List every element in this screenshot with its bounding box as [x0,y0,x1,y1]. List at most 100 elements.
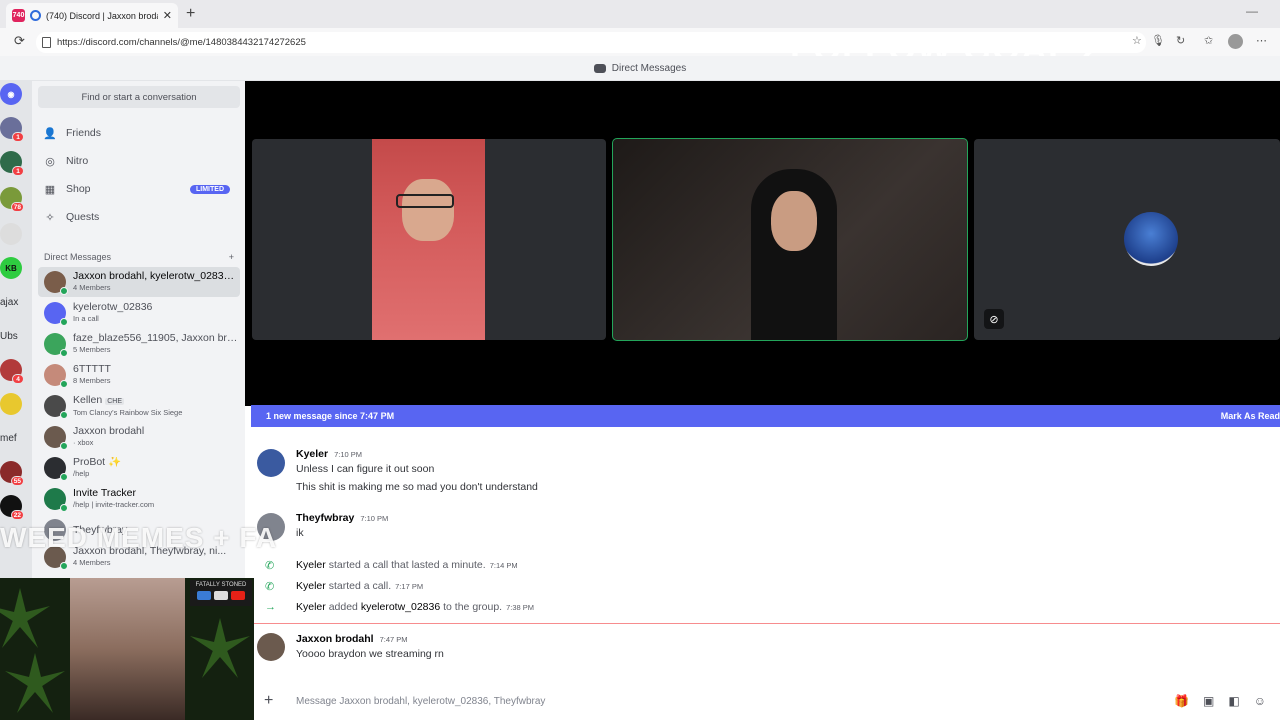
new-messages-bar[interactable]: 1 new message since 7:47 PM Mark As Read [251,405,1280,427]
find-conversation-button[interactable]: Find or start a conversation [38,86,240,108]
microphone-icon[interactable]: 🎙 [1151,34,1165,47]
friends-icon: 👤 [43,127,57,140]
webcam-video [70,578,185,720]
avatar [44,457,68,481]
refresh-extension-icon[interactable]: ↻ [1176,34,1185,47]
home-button[interactable]: ◉ [0,83,22,105]
dm-section-header: Direct Messages + [44,252,234,262]
phone-icon: ✆ [265,560,275,572]
message-input[interactable]: Message Jaxxon brodahl, kyelerotw_02836,… [296,696,1174,707]
participant-video [613,139,967,340]
profile-avatar[interactable] [1228,34,1243,49]
create-dm-button[interactable]: + [229,252,234,262]
sidebar-item-label: Nitro [66,155,89,167]
more-menu-icon[interactable]: ⋯ [1256,34,1267,47]
tab-close-icon[interactable]: ✕ [163,9,172,22]
avatar[interactable] [257,633,285,661]
new-messages-text: 1 new message since 7:47 PM [266,411,395,421]
dm-item[interactable]: ProBot ✨/help [38,453,240,483]
channel-badge: FATALLY STONED [190,580,252,606]
avatar [44,271,68,295]
gif-icon[interactable]: ▣ [1203,694,1214,708]
server-label[interactable]: ajax [0,297,18,308]
sticker-icon[interactable]: ◧ [1228,694,1239,708]
limited-badge: LIMITED [190,184,230,194]
favorites-icon[interactable]: ✩ [1204,34,1213,47]
dm-item[interactable]: 6TTTTT 8 Members [38,360,240,390]
avatar [44,333,68,357]
stream-overlay-text: WEED MEMES + FA [0,522,278,553]
avatar [44,302,68,326]
muted-mic-icon: ⊘ [984,309,1004,329]
sidebar-item-nitro[interactable]: ◎ Nitro [38,149,240,173]
call-participant-tile[interactable] [252,139,606,340]
arrow-right-icon: → [265,601,276,613]
server-icon[interactable]: 1 [0,117,24,142]
server-icon[interactable]: 22 [0,495,24,520]
sidebar-item-label: Friends [66,127,102,139]
emoji-icon[interactable]: ☺ [1254,694,1266,708]
message-text: ik [296,527,304,539]
server-icon[interactable]: 78 [0,187,24,212]
dm-item[interactable]: Kellen CHE Tom Clancy's Rainbow Six Siege [38,391,240,421]
page-title: Direct Messages [611,62,687,74]
server-icon[interactable]: 4 [0,359,24,384]
server-icon[interactable] [0,223,22,245]
server-icon[interactable]: 55 [0,461,24,486]
dm-item[interactable]: kyelerotw_02836 In a call [38,298,240,328]
server-label[interactable]: mef [0,433,17,444]
message-composer[interactable]: + Message Jaxxon brodahl, kyelerotw_0283… [254,684,1280,718]
leaf-graphic [0,588,50,648]
browser-tab[interactable]: 740 (740) Discord | Jaxxon brodahl ✕ [6,3,178,28]
favorite-star-icon[interactable]: ☆ [1132,34,1142,47]
sidebar-item-label: Quests [66,211,100,223]
phone-icon: ✆ [265,581,275,593]
dm-item[interactable]: Jaxxon brodahl, kyelerotw_02836, Theyfwb… [38,267,240,297]
browser-tab-bar: 740 (740) Discord | Jaxxon brodahl ✕ + — [0,0,1280,28]
dm-item[interactable]: Jaxxon brodahl · xbox [38,422,240,452]
avatar[interactable] [257,449,285,477]
avatar [44,426,68,450]
sidebar-item-shop[interactable]: ▦ Shop LIMITED [38,177,240,201]
dm-section-title: Direct Messages [44,252,112,262]
system-message: Kyeler started a call. 7:17 PM [296,580,424,592]
message-list: Kyeler 7:10 PM Unless I can figure it out… [251,427,1280,677]
avatar [44,395,68,419]
loading-icon [30,10,41,21]
avatar [44,488,68,512]
gift-icon[interactable]: 🎁 [1174,694,1189,708]
leaf-graphic [5,653,65,713]
message-author: Theyfwbray 7:10 PM [296,512,389,524]
mark-as-read-button[interactable]: Mark As Read [1221,411,1280,421]
new-tab-button[interactable]: + [186,5,195,23]
avatar [44,364,68,388]
tab-title: (740) Discord | Jaxxon brodahl [46,10,158,21]
minimize-window-button[interactable]: — [1246,4,1258,18]
server-icon[interactable] [0,393,22,415]
message-author: Kyeler 7:10 PM [296,448,363,460]
voice-call-area: ✕ ⊘ [245,81,1280,406]
dm-item[interactable]: Invite Tracker/help | invite-tracker.com [38,484,240,514]
system-message: Kyeler started a call that lasted a minu… [296,559,518,571]
message-author: Jaxxon brodahl 7:47 PM [296,633,408,645]
call-participant-tile[interactable]: ⊘ [974,139,1280,340]
new-messages-divider [251,623,1280,624]
sidebar-item-quests[interactable]: ✧ Quests [38,205,240,229]
dm-item[interactable]: faze_blaze556_11905, Jaxxon brodahl 5 Mem… [38,329,240,359]
sidebar-item-friends[interactable]: 👤 Friends [38,121,240,145]
server-label[interactable]: Ubs [0,331,18,342]
reload-icon[interactable]: ⟳ [14,33,25,49]
discord-icon [593,63,606,73]
url-text: https://discord.com/channels/@me/1480384… [57,37,306,48]
server-icon[interactable]: KB [0,257,22,279]
message-text: This shit is making me so mad you don't … [296,481,538,493]
server-icon[interactable]: 1 [0,151,24,176]
page-header: Direct Messages [0,56,1280,81]
clan-tag: CHE [105,397,124,405]
call-participant-tile-speaking[interactable]: ✕ [612,138,968,341]
in-call-status: In a call [73,314,99,323]
add-attachment-icon[interactable]: + [264,692,282,710]
page-info-icon[interactable] [42,37,51,48]
youtube-icon [231,591,245,600]
streamer-webcam-overlay: FATALLY STONED [0,578,254,720]
